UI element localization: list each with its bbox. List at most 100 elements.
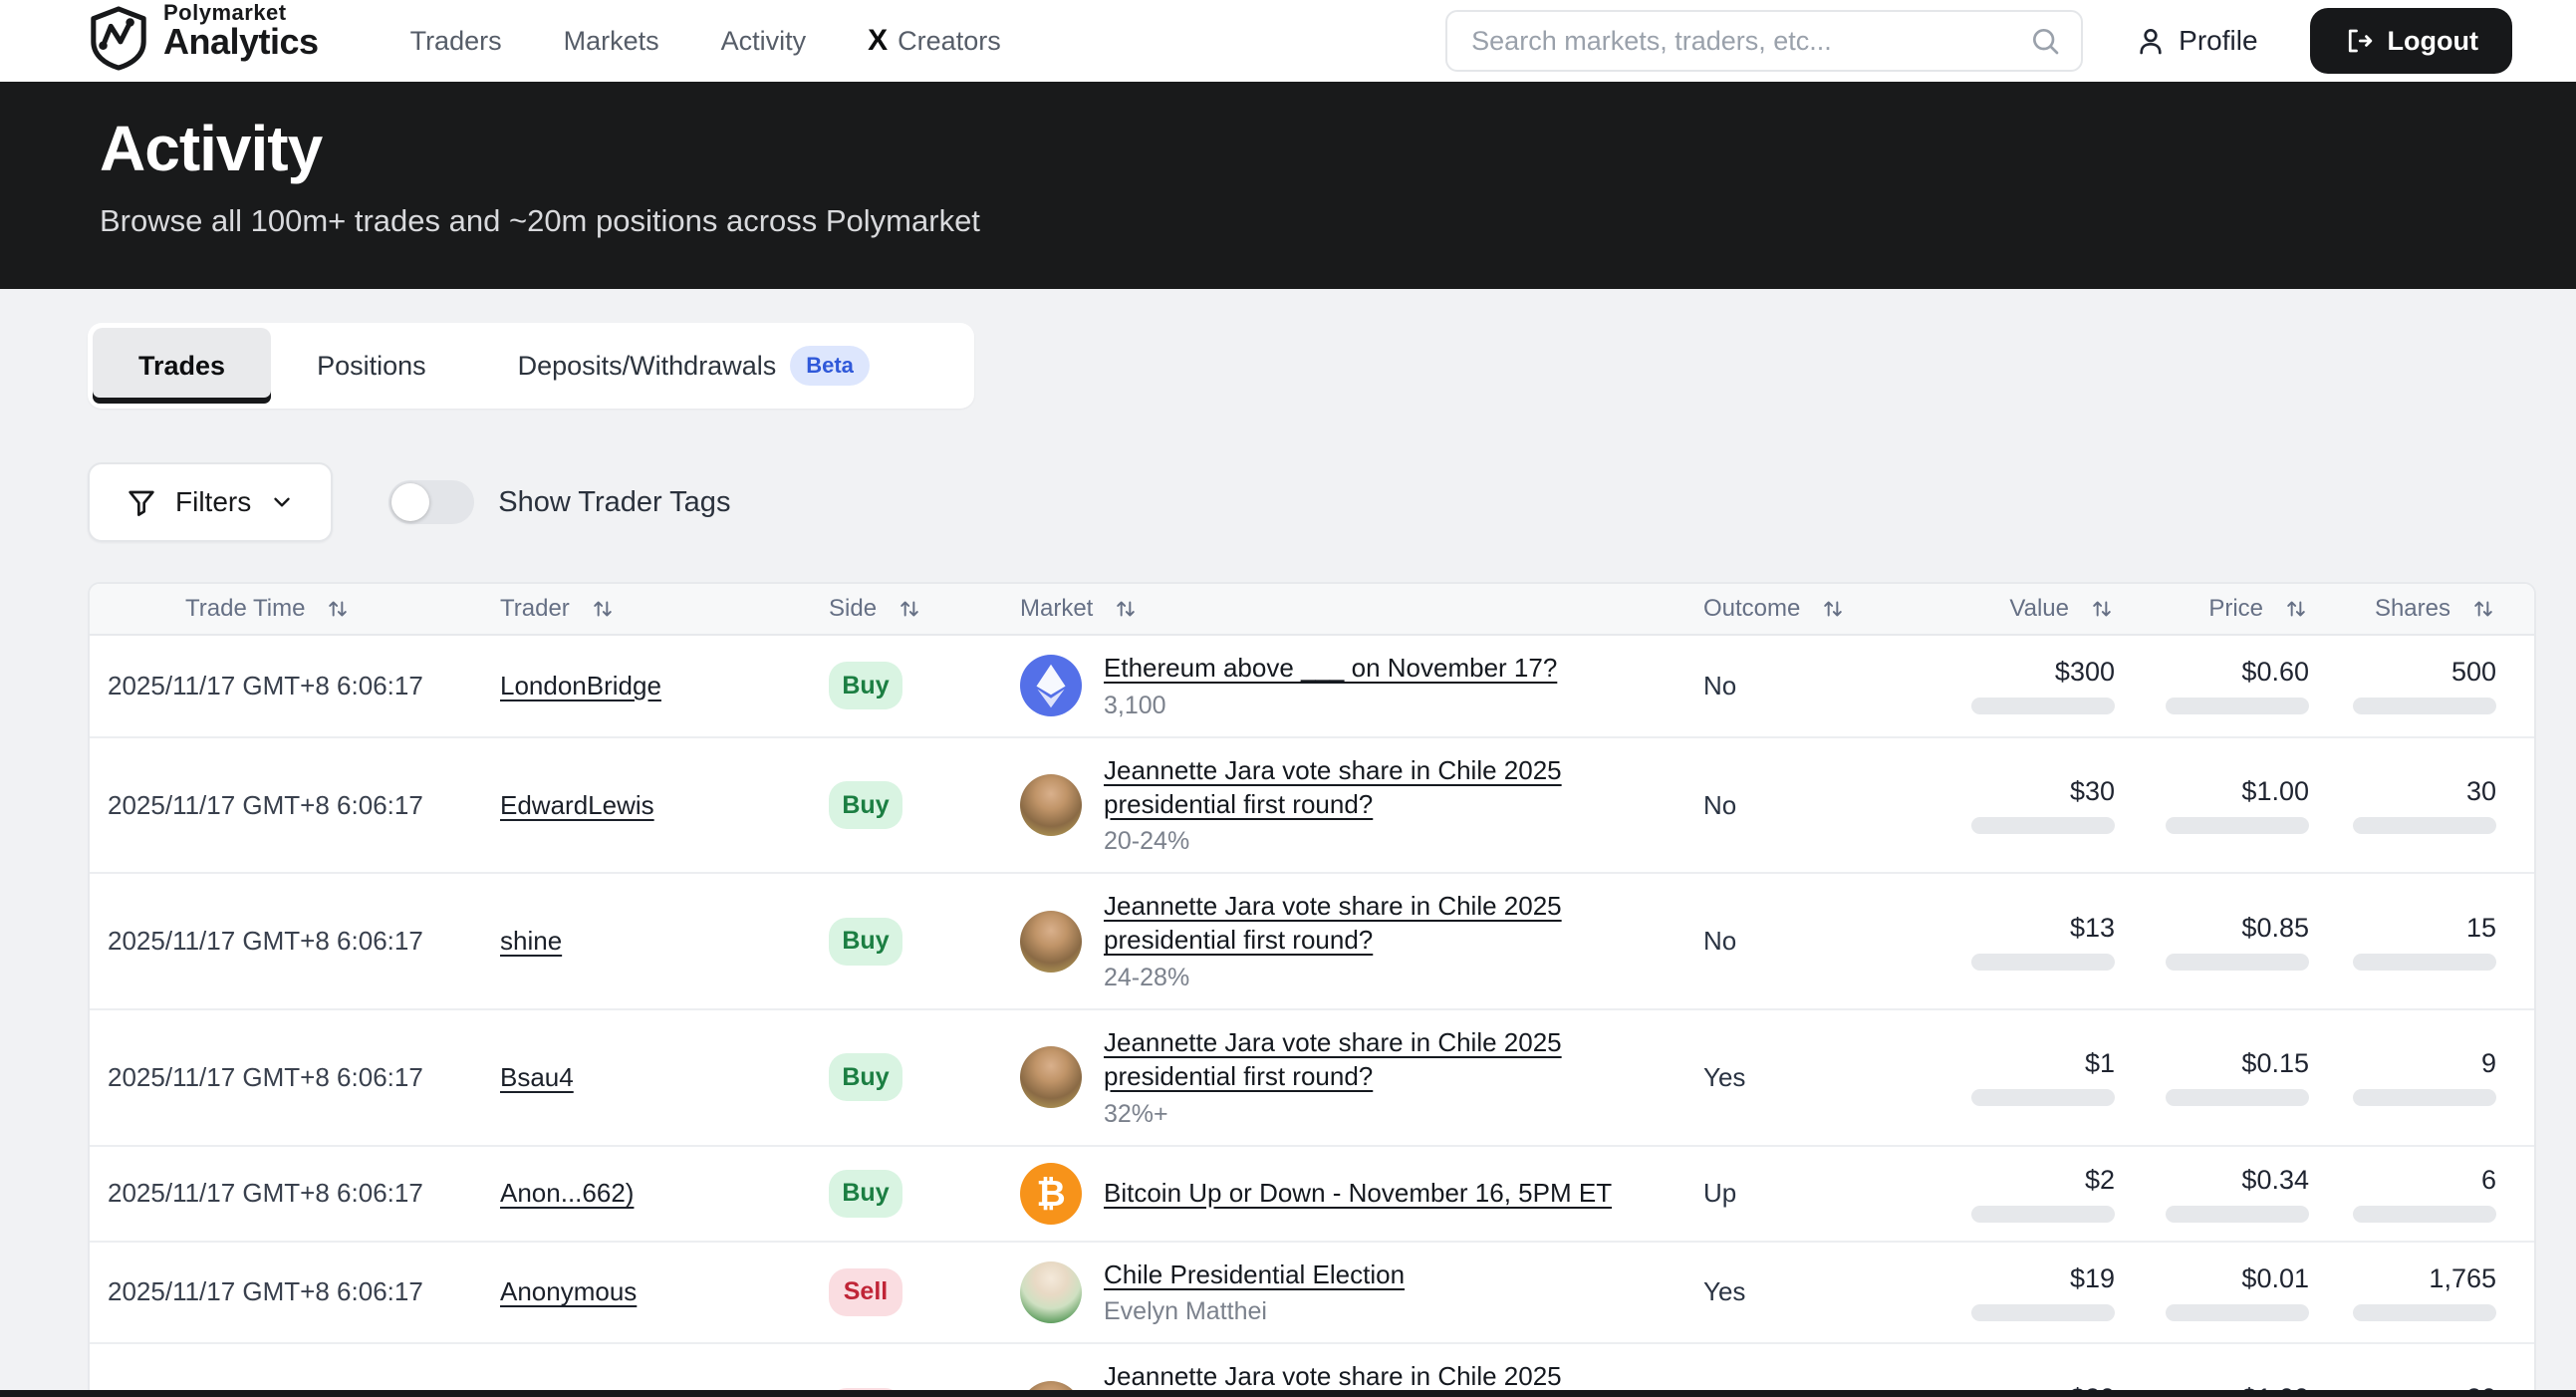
price-amount: $0.60: [2241, 657, 2309, 688]
value-amount: $2: [2085, 1165, 2115, 1196]
table-row: 2025/11/17 GMT+8 6:06:17EdwardLewisBuyJe…: [90, 736, 2534, 873]
sort-icon[interactable]: [325, 596, 351, 622]
price-amount: $1.00: [2241, 776, 2309, 807]
shares-cell: 30: [2319, 776, 2534, 834]
tab-positions[interactable]: Positions: [271, 328, 472, 404]
nav-link-traders[interactable]: Traders: [410, 26, 502, 57]
market-link[interactable]: Ethereum above ___ on November 17?: [1104, 652, 1557, 686]
chevron-down-icon: [269, 489, 295, 515]
column-header-outcome[interactable]: Outcome: [1672, 595, 1891, 623]
market-link[interactable]: Chile Presidential Election: [1104, 1258, 1405, 1292]
side-badge: Buy: [829, 1170, 902, 1218]
price-cell: $0.15: [2125, 1048, 2319, 1106]
shares-amount: 9: [2481, 1048, 2496, 1079]
sort-icon[interactable]: [2089, 596, 2115, 622]
value-bar: [1971, 698, 2115, 714]
column-label: Market: [1020, 595, 1093, 623]
sort-icon[interactable]: [1820, 596, 1846, 622]
table-row: 2025/11/17 GMT+8 6:06:17 shine Buy Jeannett…: [90, 872, 2534, 1008]
tab-label: Trades: [138, 351, 225, 382]
value-cell: $13: [1891, 913, 2125, 971]
shares-cell: 500: [2319, 657, 2534, 714]
trader-link[interactable]: LondonBridge: [500, 671, 661, 700]
trader-link[interactable]: Anonymous: [500, 1276, 637, 1306]
trader-link[interactable]: shine: [500, 926, 562, 956]
bitcoin-icon: ₿: [1020, 1163, 1082, 1225]
toggle-knob: [391, 483, 429, 521]
outcome-label: Yes: [1672, 1062, 1891, 1093]
table-row: 2025/11/17 GMT+8 6:06:17 LondonBridge Buy E…: [90, 636, 2534, 736]
search-input[interactable]: [1471, 26, 2029, 57]
column-header-value[interactable]: Value: [1891, 595, 2125, 623]
shares-cell: 9: [2319, 1048, 2534, 1106]
value-bar: [1971, 817, 2115, 834]
value-cell: $1: [1891, 1048, 2125, 1106]
nav-link-markets[interactable]: Markets: [564, 26, 659, 57]
trade-time: 2025/11/17 GMT+8 6:06:17: [90, 671, 480, 701]
side-badge: Buy: [829, 1053, 902, 1101]
tab-deposits-withdrawals[interactable]: Deposits/WithdrawalsBeta: [472, 328, 915, 404]
market-sub-label: 3,100: [1104, 692, 1557, 720]
trader-link[interactable]: EdwardLewis: [500, 790, 654, 820]
market-link[interactable]: Jeannette Jara vote share in Chile 2025 …: [1104, 890, 1667, 958]
logout-label: Logout: [2388, 26, 2478, 57]
market-link[interactable]: Jeannette Jara vote share in Chile 2025 …: [1104, 1026, 1667, 1094]
logo-shield-icon: [88, 5, 149, 71]
filters-button[interactable]: Filters: [88, 462, 333, 542]
trade-time: 2025/11/17 GMT+8 6:06:17: [90, 926, 480, 957]
sort-icon[interactable]: [590, 596, 616, 622]
shares-amount: 1,765: [2429, 1263, 2496, 1294]
sort-icon[interactable]: [897, 596, 922, 622]
shares-bar: [2353, 1206, 2496, 1223]
column-header-side[interactable]: Side: [779, 595, 958, 623]
sort-icon[interactable]: [1113, 596, 1139, 622]
market-sub-label: 20-24%: [1104, 827, 1667, 856]
trader-link[interactable]: Bsau4: [500, 1062, 574, 1092]
column-label: Trade Time: [185, 595, 305, 623]
shares-bar: [2353, 1304, 2496, 1321]
market-link[interactable]: Jeannette Jara vote share in Chile 2025 …: [1104, 754, 1667, 822]
sort-icon[interactable]: [2470, 596, 2496, 622]
nav-link-creators[interactable]: XCreators: [868, 24, 1001, 58]
column-label: Price: [2208, 595, 2263, 623]
side-badge: Buy: [829, 662, 902, 709]
value-cell: $30: [1891, 776, 2125, 834]
price-cell: $0.85: [2125, 913, 2319, 971]
nav-links: Traders Markets Activity XCreators: [410, 24, 1001, 58]
column-header-shares[interactable]: Shares: [2319, 595, 2534, 623]
nav-link-label: Creators: [898, 26, 1001, 57]
page: Polymarket Analytics Traders Markets Activ…: [0, 0, 2576, 1397]
show-trader-tags-toggle[interactable]: [388, 480, 474, 524]
table-row: 2025/11/17 GMT+8 6:06:17Anon...662)Buy₿B…: [90, 1145, 2534, 1241]
profile-button[interactable]: Profile: [2135, 25, 2257, 57]
table-row: 2025/11/17 GMT+8 6:06:17Bsau4BuyJeannett…: [90, 1008, 2534, 1145]
sort-icon[interactable]: [2283, 596, 2309, 622]
trader-link[interactable]: Anon...662): [500, 1178, 634, 1208]
value-amount: $30: [2070, 776, 2115, 807]
price-bar: [2166, 954, 2309, 971]
price-bar: [2166, 698, 2309, 714]
column-header-trader[interactable]: Trader: [480, 595, 779, 623]
market-sub-label: Evelyn Matthei: [1104, 1297, 1405, 1326]
price-cell: $0.01: [2125, 1263, 2319, 1321]
tab-trades[interactable]: Trades: [93, 328, 271, 404]
toggle-label: Show Trader Tags: [498, 486, 730, 519]
value-amount: $300: [2055, 657, 2115, 688]
column-header-market[interactable]: Market: [958, 595, 1672, 623]
logout-button[interactable]: Logout: [2310, 8, 2512, 74]
shares-bar: [2353, 1089, 2496, 1106]
polymarket-analytics-logo[interactable]: Polymarket Analytics: [88, 5, 319, 71]
side-badge: Buy: [829, 918, 902, 966]
price-amount: $0.01: [2241, 1263, 2309, 1294]
shares-cell: 1,765: [2319, 1263, 2534, 1321]
shares-amount: 15: [2466, 913, 2496, 944]
value-amount: $19: [2070, 1263, 2115, 1294]
column-header-trade-time[interactable]: Trade Time: [90, 595, 480, 623]
profile-label: Profile: [2179, 25, 2257, 57]
profile-icon: [2135, 25, 2167, 57]
ethereum-icon: [1020, 655, 1082, 716]
market-link[interactable]: Bitcoin Up or Down - November 16, 5PM ET: [1104, 1177, 1612, 1211]
nav-link-activity[interactable]: Activity: [721, 26, 807, 57]
footer-strip: [0, 1390, 2576, 1397]
column-header-price[interactable]: Price: [2125, 595, 2319, 623]
